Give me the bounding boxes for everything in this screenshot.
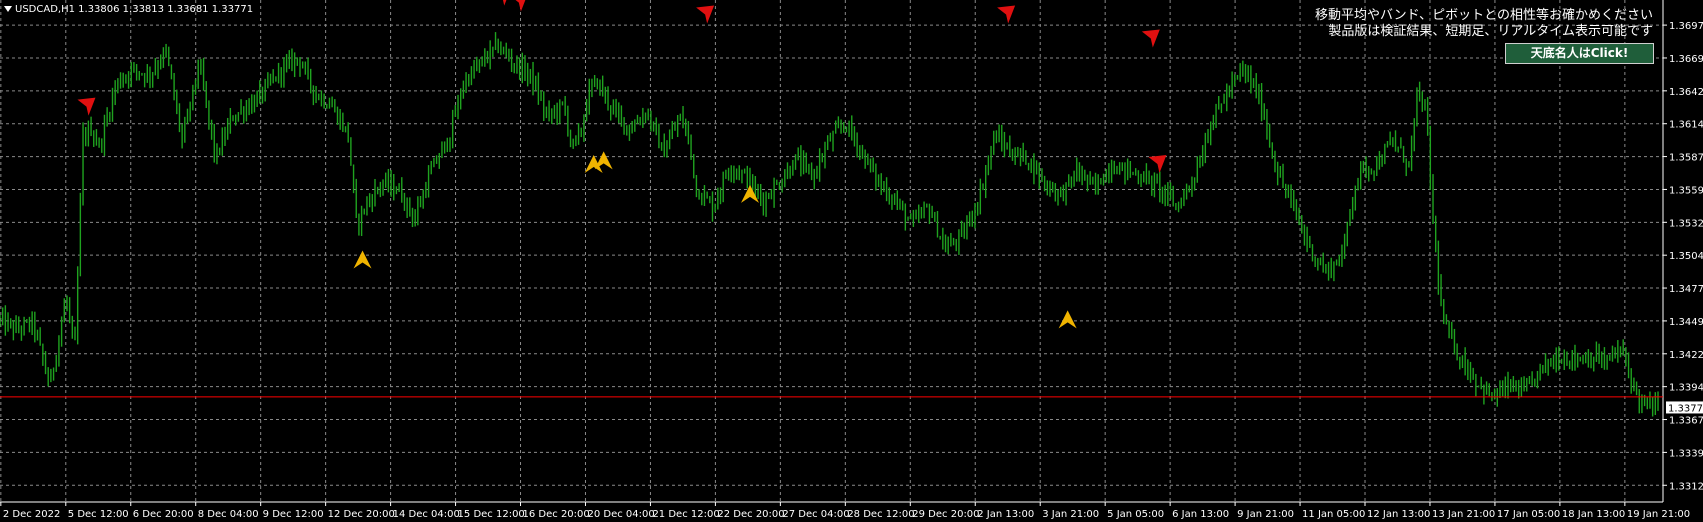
price-axis: 1.36970 1.36695 1.36420 1.36145 1.35870 1.355… xyxy=(1663,21,1703,492)
current-price-text: 1.33771 xyxy=(1668,403,1703,414)
time-tick-label: 5 Jan 05:00 xyxy=(1107,509,1164,520)
time-tick-label: 28 Dec 12:00 xyxy=(847,509,914,520)
time-tick-label: 15 Dec 12:00 xyxy=(458,509,525,520)
time-tick-label: 12 Dec 20:00 xyxy=(328,509,395,520)
time-tick-label: 6 Dec 20:00 xyxy=(133,509,194,520)
time-tick-label: 13 Jan 21:00 xyxy=(1432,509,1495,520)
info-message: 移動平均やバンド、ピボットとの相性等お確かめください 製品版は検証結果、短期足、… xyxy=(1315,8,1653,40)
time-tick-label: 5 Dec 12:00 xyxy=(68,509,129,520)
price-tick-label: 1.34770 xyxy=(1669,284,1703,295)
price-tick-label: 1.34220 xyxy=(1669,350,1703,361)
time-tick-label: 22 Dec 20:00 xyxy=(717,509,784,520)
price-tick-label: 1.35595 xyxy=(1669,185,1703,196)
time-tick-label: 18 Jan 13:00 xyxy=(1562,509,1625,520)
price-tick-label: 1.35870 xyxy=(1669,153,1703,164)
time-tick-label: 27 Dec 04:00 xyxy=(782,509,849,520)
message-line-1: 移動平均やバンド、ピボットとの相性等お確かめください xyxy=(1314,8,1653,23)
price-tick-label: 1.33670 xyxy=(1669,416,1703,427)
time-tick-label: 9 Jan 21:00 xyxy=(1237,509,1294,520)
price-tick-label: 1.33945 xyxy=(1669,383,1703,394)
dropdown-icon[interactable] xyxy=(4,6,12,12)
time-tick-label: 14 Dec 04:00 xyxy=(393,509,460,520)
time-tick-label: 12 Jan 13:00 xyxy=(1367,509,1430,520)
time-tick-label: 16 Dec 20:00 xyxy=(523,509,590,520)
price-tick-label: 1.35045 xyxy=(1669,251,1703,262)
time-tick-label: 11 Jan 05:00 xyxy=(1302,509,1365,520)
current-price-label: 1.33771 xyxy=(1666,401,1703,414)
price-tick-label: 1.33395 xyxy=(1669,448,1703,459)
time-tick-label: 8 Dec 04:00 xyxy=(198,509,259,520)
symbol-info: USDCAD,H1 1.33806 1.33813 1.33681 1.3377… xyxy=(4,4,253,15)
time-tick-label: 3 Jan 21:00 xyxy=(1042,509,1099,520)
time-tick-label: 19 Jan 21:00 xyxy=(1627,509,1690,520)
message-line-2: 製品版は検証結果、短期足、リアルタイム表示可能です xyxy=(1328,24,1653,39)
price-tick-label: 1.36420 xyxy=(1669,87,1703,98)
price-tick-label: 1.36970 xyxy=(1669,21,1703,32)
price-tick-label: 1.35320 xyxy=(1669,218,1703,229)
time-tick-label: 9 Dec 12:00 xyxy=(263,509,324,520)
time-tick-label: 20 Dec 04:00 xyxy=(587,509,654,520)
price-tick-label: 1.34495 xyxy=(1669,317,1703,328)
time-tick-label: 6 Jan 13:00 xyxy=(1172,509,1229,520)
tentei-button[interactable]: 天底名人はClick! xyxy=(1505,43,1654,64)
time-tick-label: 2 Jan 13:00 xyxy=(977,509,1034,520)
symbol-info-text: USDCAD,H1 1.33806 1.33813 1.33681 1.3377… xyxy=(15,4,254,15)
time-tick-label: 2 Dec 2022 xyxy=(3,509,61,520)
price-chart[interactable]: 1.36970 1.36695 1.36420 1.36145 1.35870 1.355… xyxy=(0,0,1703,522)
time-tick-label: 21 Dec 12:00 xyxy=(652,509,719,520)
price-tick-label: 1.36145 xyxy=(1669,120,1703,131)
chart-background xyxy=(0,0,1703,522)
price-tick-label: 1.36695 xyxy=(1669,54,1703,65)
time-tick-label: 17 Jan 05:00 xyxy=(1497,509,1560,520)
time-tick-label: 29 Dec 20:00 xyxy=(912,509,979,520)
price-tick-label: 1.33120 xyxy=(1669,481,1703,492)
